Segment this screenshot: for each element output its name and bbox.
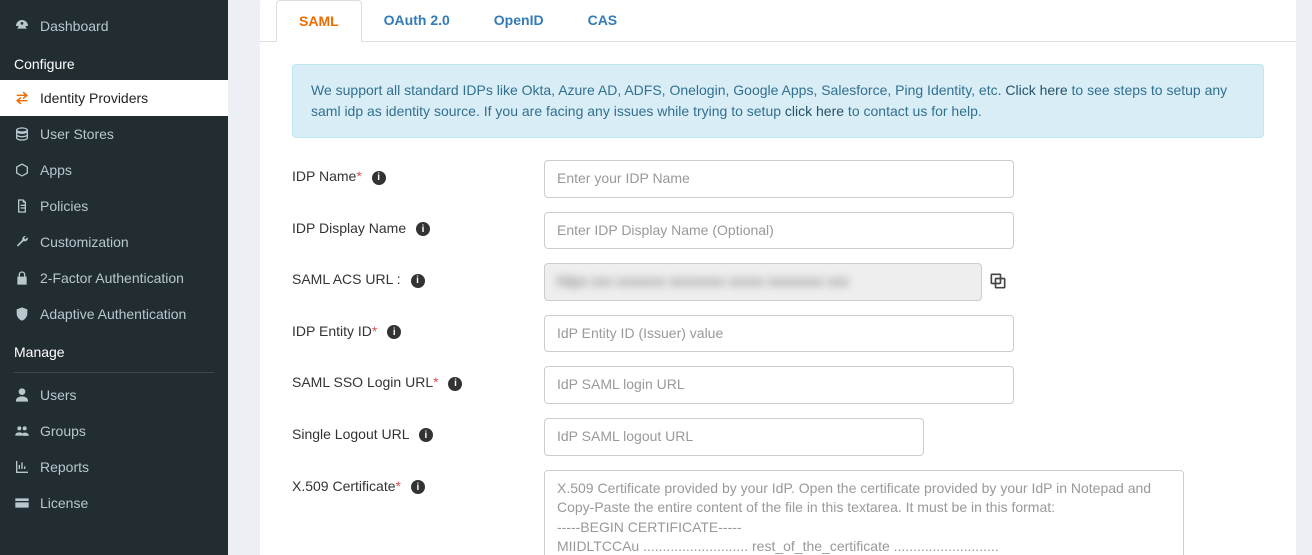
sidebar-item-label: Apps bbox=[40, 162, 72, 178]
sidebar-item-label: Policies bbox=[40, 198, 88, 214]
wrench-icon bbox=[14, 234, 40, 250]
row-entity-id: IDP Entity ID* i bbox=[292, 315, 1264, 353]
tab-cas[interactable]: CAS bbox=[566, 0, 640, 41]
copy-icon[interactable] bbox=[988, 271, 1010, 293]
label-slo-url: Single Logout URL i bbox=[292, 418, 544, 444]
dashboard-icon bbox=[14, 18, 40, 34]
label-x509: X.509 Certificate* i bbox=[292, 470, 544, 496]
sidebar-item-policies[interactable]: Policies bbox=[0, 188, 228, 224]
help-icon[interactable]: i bbox=[419, 428, 433, 442]
sidebar-item-users[interactable]: Users bbox=[0, 377, 228, 413]
help-icon[interactable]: i bbox=[411, 480, 425, 494]
sidebar-item-apps[interactable]: Apps bbox=[0, 152, 228, 188]
row-idp-display-name: IDP Display Name i bbox=[292, 212, 1264, 250]
sidebar-item-license[interactable]: License bbox=[0, 485, 228, 521]
input-slo-url[interactable] bbox=[544, 418, 924, 456]
sidebar-item-label: Customization bbox=[40, 234, 129, 250]
user-icon bbox=[14, 387, 40, 403]
help-icon[interactable]: i bbox=[387, 325, 401, 339]
sidebar-item-label: 2-Factor Authentication bbox=[40, 270, 184, 286]
help-icon[interactable]: i bbox=[411, 274, 425, 288]
row-sso-url: SAML SSO Login URL* i bbox=[292, 366, 1264, 404]
tab-openid[interactable]: OpenID bbox=[472, 0, 566, 41]
input-idp-display-name[interactable] bbox=[544, 212, 1014, 250]
input-sso-url[interactable] bbox=[544, 366, 1014, 404]
sidebar-item-user-stores[interactable]: User Stores bbox=[0, 116, 228, 152]
main-content: SAML OAuth 2.0 OpenID CAS We support all… bbox=[228, 0, 1312, 555]
swap-icon bbox=[14, 90, 40, 106]
info-link-setup[interactable]: Click here bbox=[1005, 82, 1067, 98]
sidebar-item-customization[interactable]: Customization bbox=[0, 224, 228, 260]
idp-panel: SAML OAuth 2.0 OpenID CAS We support all… bbox=[260, 0, 1296, 555]
shield-icon bbox=[14, 306, 40, 322]
sidebar-header-manage: Manage bbox=[0, 332, 228, 368]
sidebar-divider bbox=[14, 372, 214, 373]
sidebar-item-groups[interactable]: Groups bbox=[0, 413, 228, 449]
tab-content-saml: We support all standard IDPs like Okta, … bbox=[260, 42, 1296, 555]
label-entity-id: IDP Entity ID* i bbox=[292, 315, 544, 341]
label-idp-display-name: IDP Display Name i bbox=[292, 212, 544, 238]
label-idp-name: IDP Name* i bbox=[292, 160, 544, 186]
help-icon[interactable]: i bbox=[372, 171, 386, 185]
sidebar-item-label: Reports bbox=[40, 459, 89, 475]
lock-icon bbox=[14, 270, 40, 286]
sidebar-item-dashboard[interactable]: Dashboard bbox=[0, 8, 228, 44]
row-acs-url: SAML ACS URL : i https xxx xxxxxxx xxxxx… bbox=[292, 263, 1264, 301]
label-sso-url: SAML SSO Login URL* i bbox=[292, 366, 544, 392]
help-icon[interactable]: i bbox=[416, 222, 430, 236]
sidebar-item-reports[interactable]: Reports bbox=[0, 449, 228, 485]
sidebar-item-label: License bbox=[40, 495, 88, 511]
readonly-acs-url: https xxx xxxxxxx xxxxxxxx xxxxx xxxxxxx… bbox=[544, 263, 982, 301]
textarea-x509[interactable] bbox=[544, 470, 1184, 555]
users-icon bbox=[14, 423, 40, 439]
sidebar-header-configure: Configure bbox=[0, 44, 228, 80]
label-acs-url: SAML ACS URL : i bbox=[292, 263, 544, 289]
tab-oauth[interactable]: OAuth 2.0 bbox=[362, 0, 472, 41]
row-slo-url: Single Logout URL i bbox=[292, 418, 1264, 456]
input-idp-name[interactable] bbox=[544, 160, 1014, 198]
sidebar-item-identity-providers[interactable]: Identity Providers bbox=[0, 80, 228, 116]
card-icon bbox=[14, 495, 40, 511]
row-idp-name: IDP Name* i bbox=[292, 160, 1264, 198]
info-banner: We support all standard IDPs like Okta, … bbox=[292, 64, 1264, 138]
file-icon bbox=[14, 198, 40, 214]
row-x509: X.509 Certificate* i bbox=[292, 470, 1264, 555]
sidebar-item-2fa[interactable]: 2-Factor Authentication bbox=[0, 260, 228, 296]
tab-saml[interactable]: SAML bbox=[276, 0, 362, 42]
sidebar-item-label: Dashboard bbox=[40, 18, 109, 34]
sidebar: Dashboard Configure Identity Providers U… bbox=[0, 0, 228, 555]
info-link-contact[interactable]: click here bbox=[785, 103, 844, 119]
box-icon bbox=[14, 162, 40, 178]
sidebar-item-label: Users bbox=[40, 387, 77, 403]
idp-tabs: SAML OAuth 2.0 OpenID CAS bbox=[260, 0, 1296, 42]
sidebar-item-label: Identity Providers bbox=[40, 90, 148, 106]
sidebar-item-label: Adaptive Authentication bbox=[40, 306, 186, 322]
sidebar-item-label: Groups bbox=[40, 423, 86, 439]
sidebar-item-label: User Stores bbox=[40, 126, 114, 142]
input-entity-id[interactable] bbox=[544, 315, 1014, 353]
sidebar-item-adaptive-auth[interactable]: Adaptive Authentication bbox=[0, 296, 228, 332]
chart-icon bbox=[14, 459, 40, 475]
database-icon bbox=[14, 126, 40, 142]
help-icon[interactable]: i bbox=[448, 377, 462, 391]
